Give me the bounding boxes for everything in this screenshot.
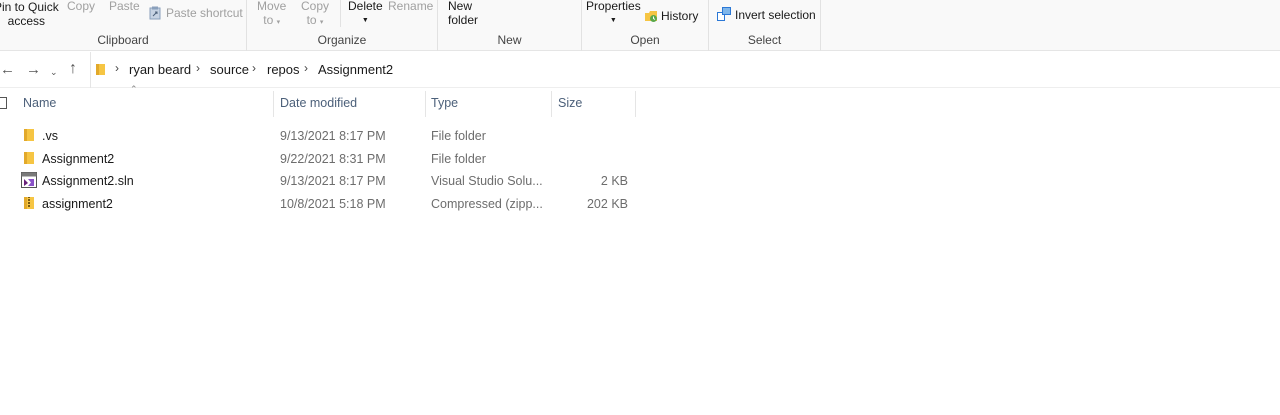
navigation-bar: ← → ⌄ ↑ › ryan beard › source › repos › … (0, 52, 1280, 88)
move-to-button[interactable]: Move to ▾ (257, 0, 286, 30)
divider (340, 0, 341, 27)
pin-label-line2: access (7, 14, 46, 28)
properties-label: Properties (586, 0, 641, 13)
file-row[interactable]: Assignment2.sln 9/13/2021 8:17 PM Visual… (0, 170, 640, 192)
file-type: Visual Studio Solu... (431, 174, 543, 188)
invert-selection-icon (717, 7, 731, 21)
recent-locations-chevron-icon[interactable]: ⌄ (50, 62, 58, 82)
file-date-modified: 9/13/2021 8:17 PM (280, 129, 386, 143)
properties-button[interactable]: Properties ▼ (586, 0, 641, 25)
file-name: assignment2 (42, 197, 113, 211)
delete-label: Delete (348, 0, 383, 13)
column-header-size[interactable]: Size (558, 96, 582, 110)
file-type: File folder (431, 152, 486, 166)
folder-icon (24, 152, 34, 164)
zip-folder-icon (24, 197, 34, 209)
copy-to-button[interactable]: Copy to ▾ (301, 0, 329, 30)
column-divider[interactable] (425, 91, 426, 117)
copy-to-label-line1: Copy (301, 0, 330, 13)
copy-label: Copy (67, 0, 96, 13)
file-type: Compressed (zipp... (431, 197, 543, 211)
copy-to-label-line2: to (306, 13, 317, 27)
sort-ascending-icon: ⌃ (130, 84, 138, 94)
pin-to-quick-access-button[interactable]: Pin to Quick access (0, 0, 59, 28)
new-folder-button[interactable]: New folder (448, 0, 478, 27)
paste-button[interactable]: Paste (109, 0, 140, 13)
clipboard-group-label: Clipboard (97, 33, 149, 47)
file-row[interactable]: assignment2 10/8/2021 5:18 PM Compressed… (0, 193, 640, 215)
paste-shortcut-label: Paste shortcut (166, 6, 243, 20)
column-divider[interactable] (635, 91, 636, 117)
paste-label: Paste (109, 0, 140, 13)
select-all-checkbox[interactable] (0, 97, 7, 109)
file-name: Assignment2 (42, 152, 115, 166)
rename-button[interactable]: Rename (388, 0, 433, 13)
column-divider[interactable] (273, 91, 274, 117)
forward-arrow-icon[interactable]: → (26, 60, 41, 80)
new-folder-label-line2: folder (448, 13, 479, 27)
breadcrumb-source[interactable]: source (210, 62, 249, 77)
select-group-label: Select (747, 33, 782, 47)
column-header-name[interactable]: Name (23, 96, 56, 110)
file-row[interactable]: .vs 9/13/2021 8:17 PM File folder (0, 125, 640, 147)
history-label: History (661, 9, 699, 23)
breadcrumb-assignment2[interactable]: Assignment2 (318, 62, 393, 77)
chevron-down-icon: ▼ (361, 17, 369, 24)
breadcrumb-separator-icon[interactable]: › (252, 61, 256, 75)
invert-selection-button[interactable]: Invert selection (717, 7, 816, 22)
column-header-type[interactable]: Type (431, 96, 458, 110)
history-icon (645, 11, 657, 22)
paste-shortcut-button[interactable]: Paste shortcut (149, 6, 243, 20)
address-bar[interactable]: › ryan beard › source › repos › Assignme… (90, 52, 1280, 88)
open-group-label: Open (630, 33, 660, 47)
invert-selection-label: Invert selection (735, 8, 816, 22)
file-name: Assignment2.sln (42, 174, 134, 188)
back-arrow-icon[interactable]: ← (0, 60, 15, 80)
chevron-down-icon: ▾ (276, 19, 281, 26)
file-name: .vs (42, 129, 58, 143)
visual-studio-solution-icon (21, 172, 37, 188)
organize-group-label: Organize (317, 33, 367, 47)
folder-icon (24, 129, 34, 141)
clipboard-group: Pin to Quick access Copy Paste Paste sho… (0, 0, 247, 51)
up-arrow-icon[interactable]: ↑ (69, 59, 77, 79)
file-size: 2 KB (600, 174, 628, 188)
pin-label-line1: Pin to Quick (0, 0, 59, 14)
file-size: 202 KB (586, 197, 628, 211)
delete-button[interactable]: Delete ▼ (348, 0, 383, 25)
breadcrumb-repos[interactable]: repos (267, 62, 300, 77)
move-to-label-line2: to (263, 13, 274, 27)
file-date-modified: 9/22/2021 8:31 PM (280, 152, 386, 166)
new-folder-label-line1: New (448, 0, 473, 13)
chevron-down-icon: ▾ (319, 19, 324, 26)
file-row[interactable]: Assignment2 9/22/2021 8:31 PM File folde… (0, 148, 640, 170)
file-type: File folder (431, 129, 486, 143)
breadcrumb-separator-icon[interactable]: › (304, 61, 308, 75)
breadcrumb-ryan-beard[interactable]: ryan beard (129, 62, 191, 77)
open-group: Properties ▼ History Open (582, 0, 709, 51)
folder-icon (96, 64, 105, 75)
column-header-date-modified[interactable]: Date modified (280, 96, 357, 110)
organize-group: Move to ▾ Copy to ▾ Delete ▼ Rename Orga… (247, 0, 438, 51)
file-date-modified: 10/8/2021 5:18 PM (280, 197, 386, 211)
history-button[interactable]: History (644, 9, 698, 23)
file-date-modified: 9/13/2021 8:17 PM (280, 174, 386, 188)
column-divider[interactable] (551, 91, 552, 117)
ribbon: Pin to Quick access Copy Paste Paste sho… (0, 0, 1280, 51)
paste-shortcut-icon (149, 6, 161, 20)
new-group: New folder New (438, 0, 582, 51)
select-group: Invert selection Select (709, 0, 821, 51)
breadcrumb-separator-icon[interactable]: › (115, 61, 119, 75)
new-group-label: New (497, 33, 522, 47)
rename-label: Rename (388, 0, 434, 13)
chevron-down-icon: ▼ (609, 17, 617, 24)
move-to-label-line1: Move (257, 0, 287, 13)
breadcrumb-separator-icon[interactable]: › (196, 61, 200, 75)
copy-button[interactable]: Copy (67, 0, 95, 13)
